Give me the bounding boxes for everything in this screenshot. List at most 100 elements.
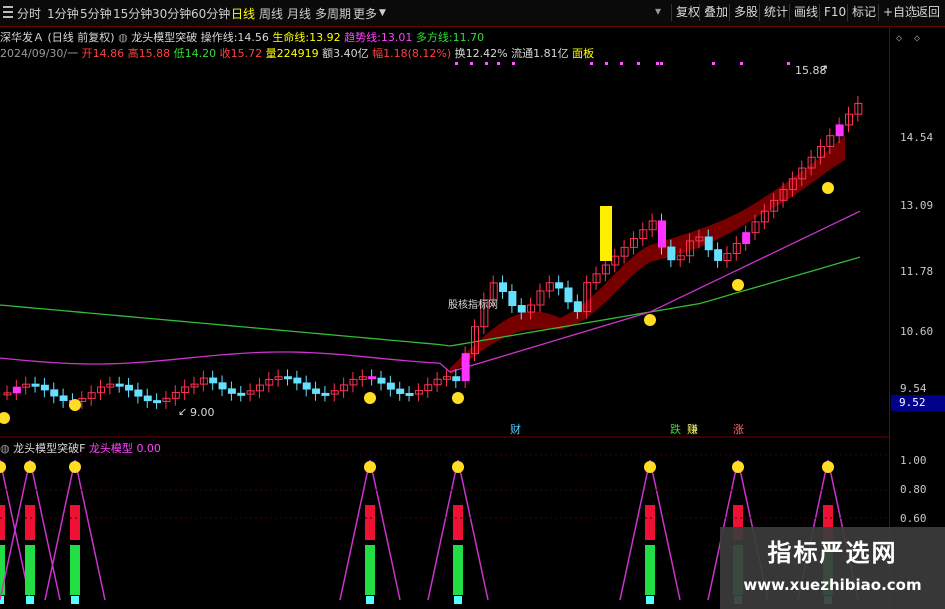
- sub-green-bar: [365, 545, 375, 595]
- ma-band-fill: [450, 135, 845, 375]
- smiley-icon: [644, 314, 656, 326]
- signal-dot: [485, 62, 488, 65]
- candle-body: [12, 386, 21, 394]
- candle-body: [704, 236, 713, 251]
- candle-body: [658, 220, 666, 248]
- candle-body: [396, 388, 405, 394]
- signal-dot: [712, 62, 715, 65]
- candle-body: [153, 400, 162, 404]
- signal-dot: [740, 62, 743, 65]
- price-tick: 9.54: [900, 382, 927, 395]
- sub-green-bar: [645, 545, 655, 595]
- current-price-tag: 9.52: [891, 395, 945, 411]
- candle-body: [125, 384, 134, 391]
- signal-dot: [605, 62, 608, 65]
- candle-body: [321, 392, 330, 396]
- high-arrow-icon: ↗: [819, 62, 829, 75]
- sub-indicator-value: 0.00: [136, 442, 161, 455]
- sub-indicator-info: ◍ 龙头模型突破F 龙头模型 0.00: [0, 440, 161, 456]
- low-arrow-icon: ↙: [178, 405, 188, 418]
- candle-body: [377, 377, 386, 384]
- candle-body: [573, 301, 582, 313]
- candle-body: [59, 395, 68, 402]
- candle-body: [405, 392, 414, 396]
- smiley-icon: [69, 399, 81, 411]
- watermark-title: 指标严选网: [767, 539, 898, 567]
- event-marker-fall[interactable]: 跌: [670, 421, 681, 437]
- signal-dot: [656, 62, 659, 65]
- overlay-watermark-text: 股核指标网: [448, 300, 498, 311]
- sub-smiley-icon: [822, 461, 834, 473]
- candle-body: [302, 382, 311, 390]
- sub-tick: 1.00: [900, 454, 927, 467]
- ma-green-line: [0, 256, 861, 347]
- candle-body: [386, 382, 395, 390]
- low-price-annotation: 9.00: [190, 406, 215, 419]
- sub-indicator-label: 龙头模型: [88, 442, 133, 455]
- sub-base-marker: [26, 596, 34, 604]
- price-tick: 11.78: [900, 265, 934, 278]
- price-tick: 14.54: [900, 131, 934, 144]
- candle-body: [209, 377, 218, 384]
- candle-body: [517, 305, 526, 313]
- sub-smiley-icon: [644, 461, 656, 473]
- sub-green-bar: [25, 545, 35, 595]
- candle-body: [835, 124, 844, 137]
- watermark-url: www.xuezhibiao.com: [743, 576, 922, 594]
- signal-dots: [455, 62, 790, 65]
- site-watermark: 指标严选网 www.xuezhibiao.com: [720, 527, 945, 609]
- price-axis[interactable]: ◇ ◇ 14.54 13.09 11.78 10.60 9.52 9.54 1.…: [889, 27, 945, 609]
- sub-green-bar: [70, 545, 80, 595]
- sub-red-bar: [0, 505, 5, 540]
- candle-body: [461, 353, 470, 382]
- smiley-icon: [0, 412, 10, 424]
- candle-body: [667, 246, 676, 261]
- candle-body: [237, 392, 246, 396]
- candle-body: [218, 382, 227, 390]
- candle-body: [368, 376, 377, 380]
- candlesticks: [3, 96, 863, 409]
- moving-average-lines: [0, 210, 861, 373]
- event-marker-finance[interactable]: 财: [510, 421, 521, 437]
- smiley-icon: [822, 182, 834, 194]
- price-tick: 13.09: [900, 199, 934, 212]
- candle-body: [508, 291, 517, 307]
- stock-chart-app: 分时 1分钟 5分钟 15分钟 30分钟 60分钟 日线 周线 月线 多周期 更…: [0, 0, 945, 609]
- yellow-candle: [600, 206, 612, 261]
- sub-base-marker: [646, 596, 654, 604]
- sub-smiley-icon: [452, 461, 464, 473]
- diamond-icon-2[interactable]: ◇: [914, 33, 920, 44]
- smiley-icon: [732, 279, 744, 291]
- sub-tick: 0.60: [900, 512, 927, 525]
- sub-smiley-icon: [732, 461, 744, 473]
- signal-dot: [455, 62, 458, 65]
- candle-body: [31, 383, 40, 387]
- ma-band: [450, 135, 845, 375]
- kline-chart[interactable]: [0, 0, 889, 609]
- smiley-icon: [452, 392, 464, 404]
- sub-smiley-icon: [364, 461, 376, 473]
- candle-body: [742, 232, 751, 244]
- price-tick: 10.60: [900, 325, 934, 338]
- candle-body: [143, 395, 152, 402]
- signal-dot: [470, 62, 473, 65]
- candle-body: [40, 384, 49, 391]
- diamond-icon[interactable]: ◇: [896, 33, 902, 44]
- sub-green-bar: [453, 545, 463, 595]
- event-marker-rise[interactable]: 涨: [733, 421, 744, 437]
- event-marker-earn[interactable]: 赚: [687, 421, 698, 437]
- sub-red-bar: [645, 505, 655, 540]
- candle-body: [50, 389, 59, 397]
- sub-tick: 0.80: [900, 483, 927, 496]
- sub-indicator-title[interactable]: 龙头模型突破F: [13, 442, 85, 455]
- signal-dot: [512, 62, 515, 65]
- candle-body: [134, 389, 143, 397]
- sub-gear-icon[interactable]: ◍: [0, 442, 10, 455]
- candle-body: [284, 376, 292, 380]
- candle-body: [555, 282, 564, 289]
- sub-base-marker: [454, 596, 462, 604]
- signal-dot: [590, 62, 593, 65]
- btn-back[interactable]: 返回: [911, 4, 944, 21]
- signal-dot: [787, 62, 790, 65]
- sub-smiley-icon: [0, 461, 6, 473]
